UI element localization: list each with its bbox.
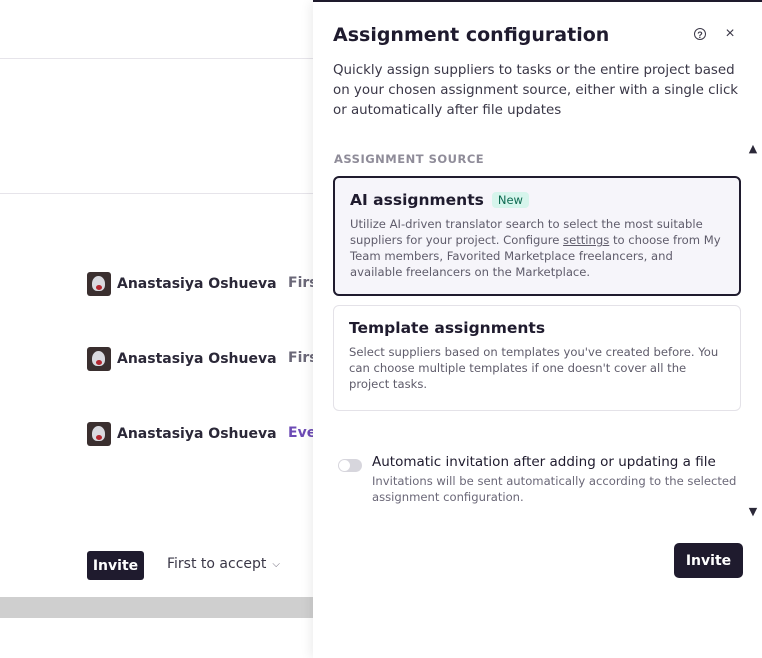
divider <box>0 58 313 59</box>
background-invite-button[interactable]: Invite <box>87 551 144 580</box>
scroll-down-icon[interactable]: ▼ <box>746 505 760 519</box>
invite-mode-label: First to accept <box>167 556 267 572</box>
toggle-knob <box>339 460 350 471</box>
invite-button[interactable]: Invite <box>674 543 743 578</box>
assignment-configuration-panel: Assignment configuration ? × Quickly ass… <box>313 2 762 658</box>
template-assignments-title: Template assignments <box>349 319 546 337</box>
ai-assignments-title: AI assignments <box>350 191 484 209</box>
close-icon[interactable]: × <box>722 25 738 43</box>
assignee-row[interactable]: Anastasiya Oshueva Eve <box>87 422 313 446</box>
scroll-up-icon[interactable]: ▲ <box>746 142 760 156</box>
avatar <box>87 422 111 446</box>
section-label: ASSIGNMENT SOURCE <box>334 152 485 166</box>
help-icon[interactable]: ? <box>694 28 706 40</box>
assignee-name: Anastasiya Oshueva <box>117 351 277 367</box>
invite-mode-select[interactable]: First to accept ⌵ <box>167 556 280 572</box>
panel-title: Assignment configuration <box>333 24 610 46</box>
auto-invite-toggle[interactable] <box>338 459 362 472</box>
ai-assignments-card[interactable]: AI assignments New Utilize AI-driven tra… <box>333 176 741 296</box>
assignee-row[interactable]: Anastasiya Oshueva Firs <box>87 347 313 371</box>
assignment-source-scroll-area[interactable]: ASSIGNMENT SOURCE AI assignments New Uti… <box>313 142 762 522</box>
assignee-row[interactable]: Anastasiya Oshueva Firs <box>87 272 313 296</box>
auto-invite-description: Invitations will be sent automatically a… <box>372 474 737 504</box>
divider <box>0 193 313 194</box>
new-badge: New <box>491 192 529 208</box>
assignee-mode: Firs <box>288 350 313 366</box>
horizontal-scrollbar[interactable] <box>0 597 313 618</box>
chevron-down-icon: ⌵ <box>272 558 280 570</box>
template-assignments-description: Select suppliers based on templates you'… <box>349 345 719 391</box>
assignee-mode: Firs <box>288 275 313 291</box>
assignee-mode: Eve <box>288 425 313 441</box>
settings-link[interactable]: settings <box>563 233 609 247</box>
panel-description: Quickly assign suppliers to tasks or the… <box>333 63 739 118</box>
avatar <box>87 347 111 371</box>
auto-invite-label: Automatic invitation after adding or upd… <box>372 454 716 470</box>
ai-assignments-description: Utilize AI-driven translator search to s… <box>350 217 721 279</box>
assignee-name: Anastasiya Oshueva <box>117 426 277 442</box>
background-page: Anastasiya Oshueva Firs Anastasiya Oshue… <box>0 0 313 658</box>
template-assignments-card[interactable]: Template assignments Select suppliers ba… <box>333 305 741 411</box>
avatar <box>87 272 111 296</box>
assignee-name: Anastasiya Oshueva <box>117 276 277 292</box>
